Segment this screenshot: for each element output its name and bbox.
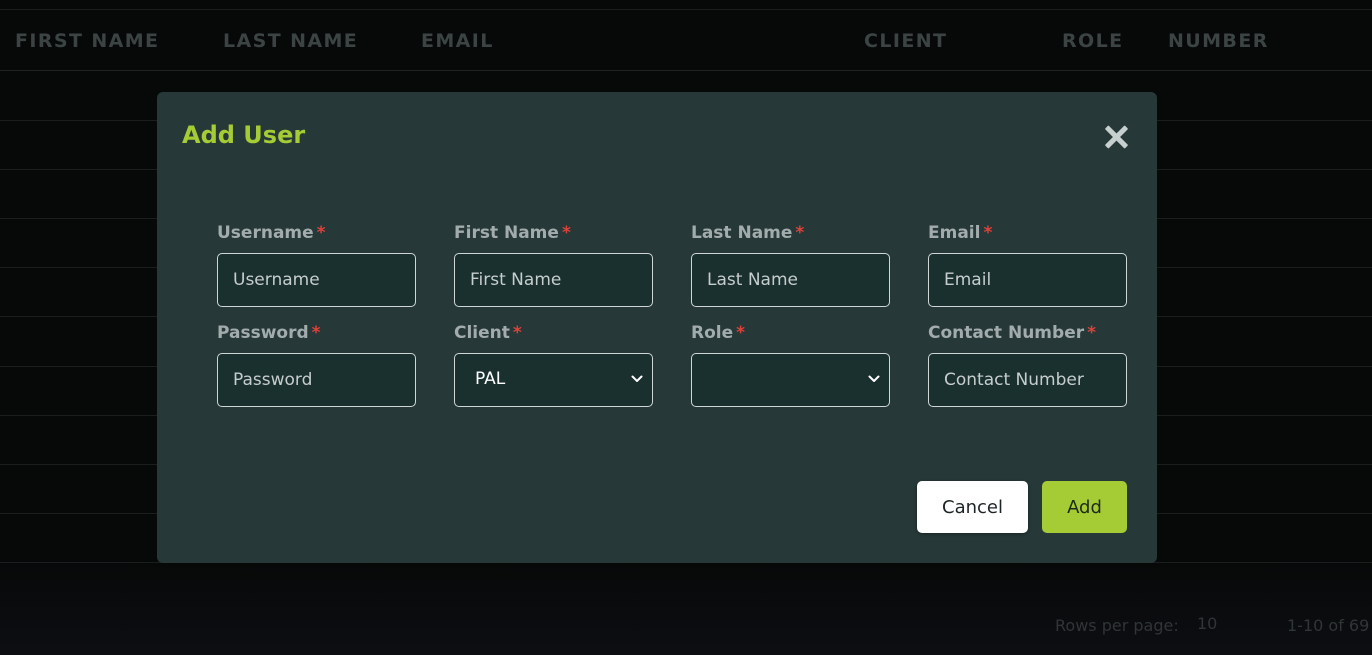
required-marker: * <box>1087 323 1096 343</box>
chevron-down-icon <box>868 375 880 382</box>
required-marker: * <box>736 323 746 343</box>
contact-number-label: Contact Number * <box>928 321 1127 345</box>
column-header-last-name[interactable]: LAST NAME <box>223 30 358 52</box>
rows-per-page-label: Rows per page: <box>1055 616 1179 635</box>
role-label: Role * <box>691 321 890 345</box>
password-label-text: Password <box>217 323 309 343</box>
required-marker: * <box>795 223 805 243</box>
required-marker: * <box>512 323 522 343</box>
last-name-label-text: Last Name <box>691 223 793 243</box>
role-field-group: Role * <box>691 321 890 407</box>
column-header-client[interactable]: CLIENT <box>864 30 947 52</box>
required-marker: * <box>316 223 326 243</box>
column-header-role[interactable]: ROLE <box>1062 30 1123 52</box>
role-label-text: Role <box>691 323 734 343</box>
client-label: Client * <box>454 321 653 345</box>
email-label: Email * <box>928 221 1127 245</box>
username-label-text: Username <box>217 223 314 243</box>
username-input[interactable] <box>217 253 416 307</box>
add-button[interactable]: Add <box>1042 481 1127 533</box>
first-name-field-group: First Name * <box>454 221 653 307</box>
password-label: Password * <box>217 321 416 345</box>
last-name-input[interactable] <box>691 253 890 307</box>
password-input[interactable] <box>217 353 416 407</box>
chevron-down-icon <box>631 375 643 382</box>
last-name-label: Last Name * <box>691 221 890 245</box>
required-marker: * <box>561 223 571 243</box>
table-header: FIRST NAME LAST NAME EMAIL CLIENT ROLE N… <box>0 9 1372 71</box>
username-field-group: Username * <box>217 221 416 307</box>
first-name-label-text: First Name <box>454 223 559 243</box>
last-name-field-group: Last Name * <box>691 221 890 307</box>
column-header-email[interactable]: EMAIL <box>421 30 494 52</box>
client-field-group: Client * PAL <box>454 321 653 407</box>
column-header-first-name[interactable]: FIRST NAME <box>15 30 159 52</box>
required-marker: * <box>311 323 321 343</box>
cancel-button[interactable]: Cancel <box>917 481 1028 533</box>
email-label-text: Email <box>928 223 981 243</box>
column-header-number[interactable]: NUMBER <box>1168 30 1269 52</box>
rows-per-page-select[interactable]: 10 <box>1197 614 1217 633</box>
dialog-title: Add User <box>182 121 306 149</box>
contact-number-input[interactable] <box>928 353 1127 407</box>
contact-number-label-text: Contact Number <box>928 323 1085 343</box>
email-input[interactable] <box>928 253 1127 307</box>
password-field-group: Password * <box>217 321 416 407</box>
email-field-group: Email * <box>928 221 1127 307</box>
role-select[interactable] <box>691 353 890 407</box>
client-selected-value: PAL <box>475 369 506 389</box>
client-label-text: Client <box>454 323 510 343</box>
add-user-dialog: Add User Username* First Name* Last Name… <box>157 92 1157 563</box>
table-footer <box>0 564 1372 655</box>
first-name-input[interactable] <box>454 253 653 307</box>
first-name-label: First Name * <box>454 221 653 245</box>
username-label: Username * <box>217 221 416 245</box>
close-icon[interactable] <box>1103 124 1129 150</box>
required-marker: * <box>983 223 993 243</box>
pagination-range: 1-10 of 69 <box>1287 616 1370 635</box>
client-select[interactable]: PAL <box>454 353 653 407</box>
contact-number-field-group: Contact Number * <box>928 321 1127 407</box>
